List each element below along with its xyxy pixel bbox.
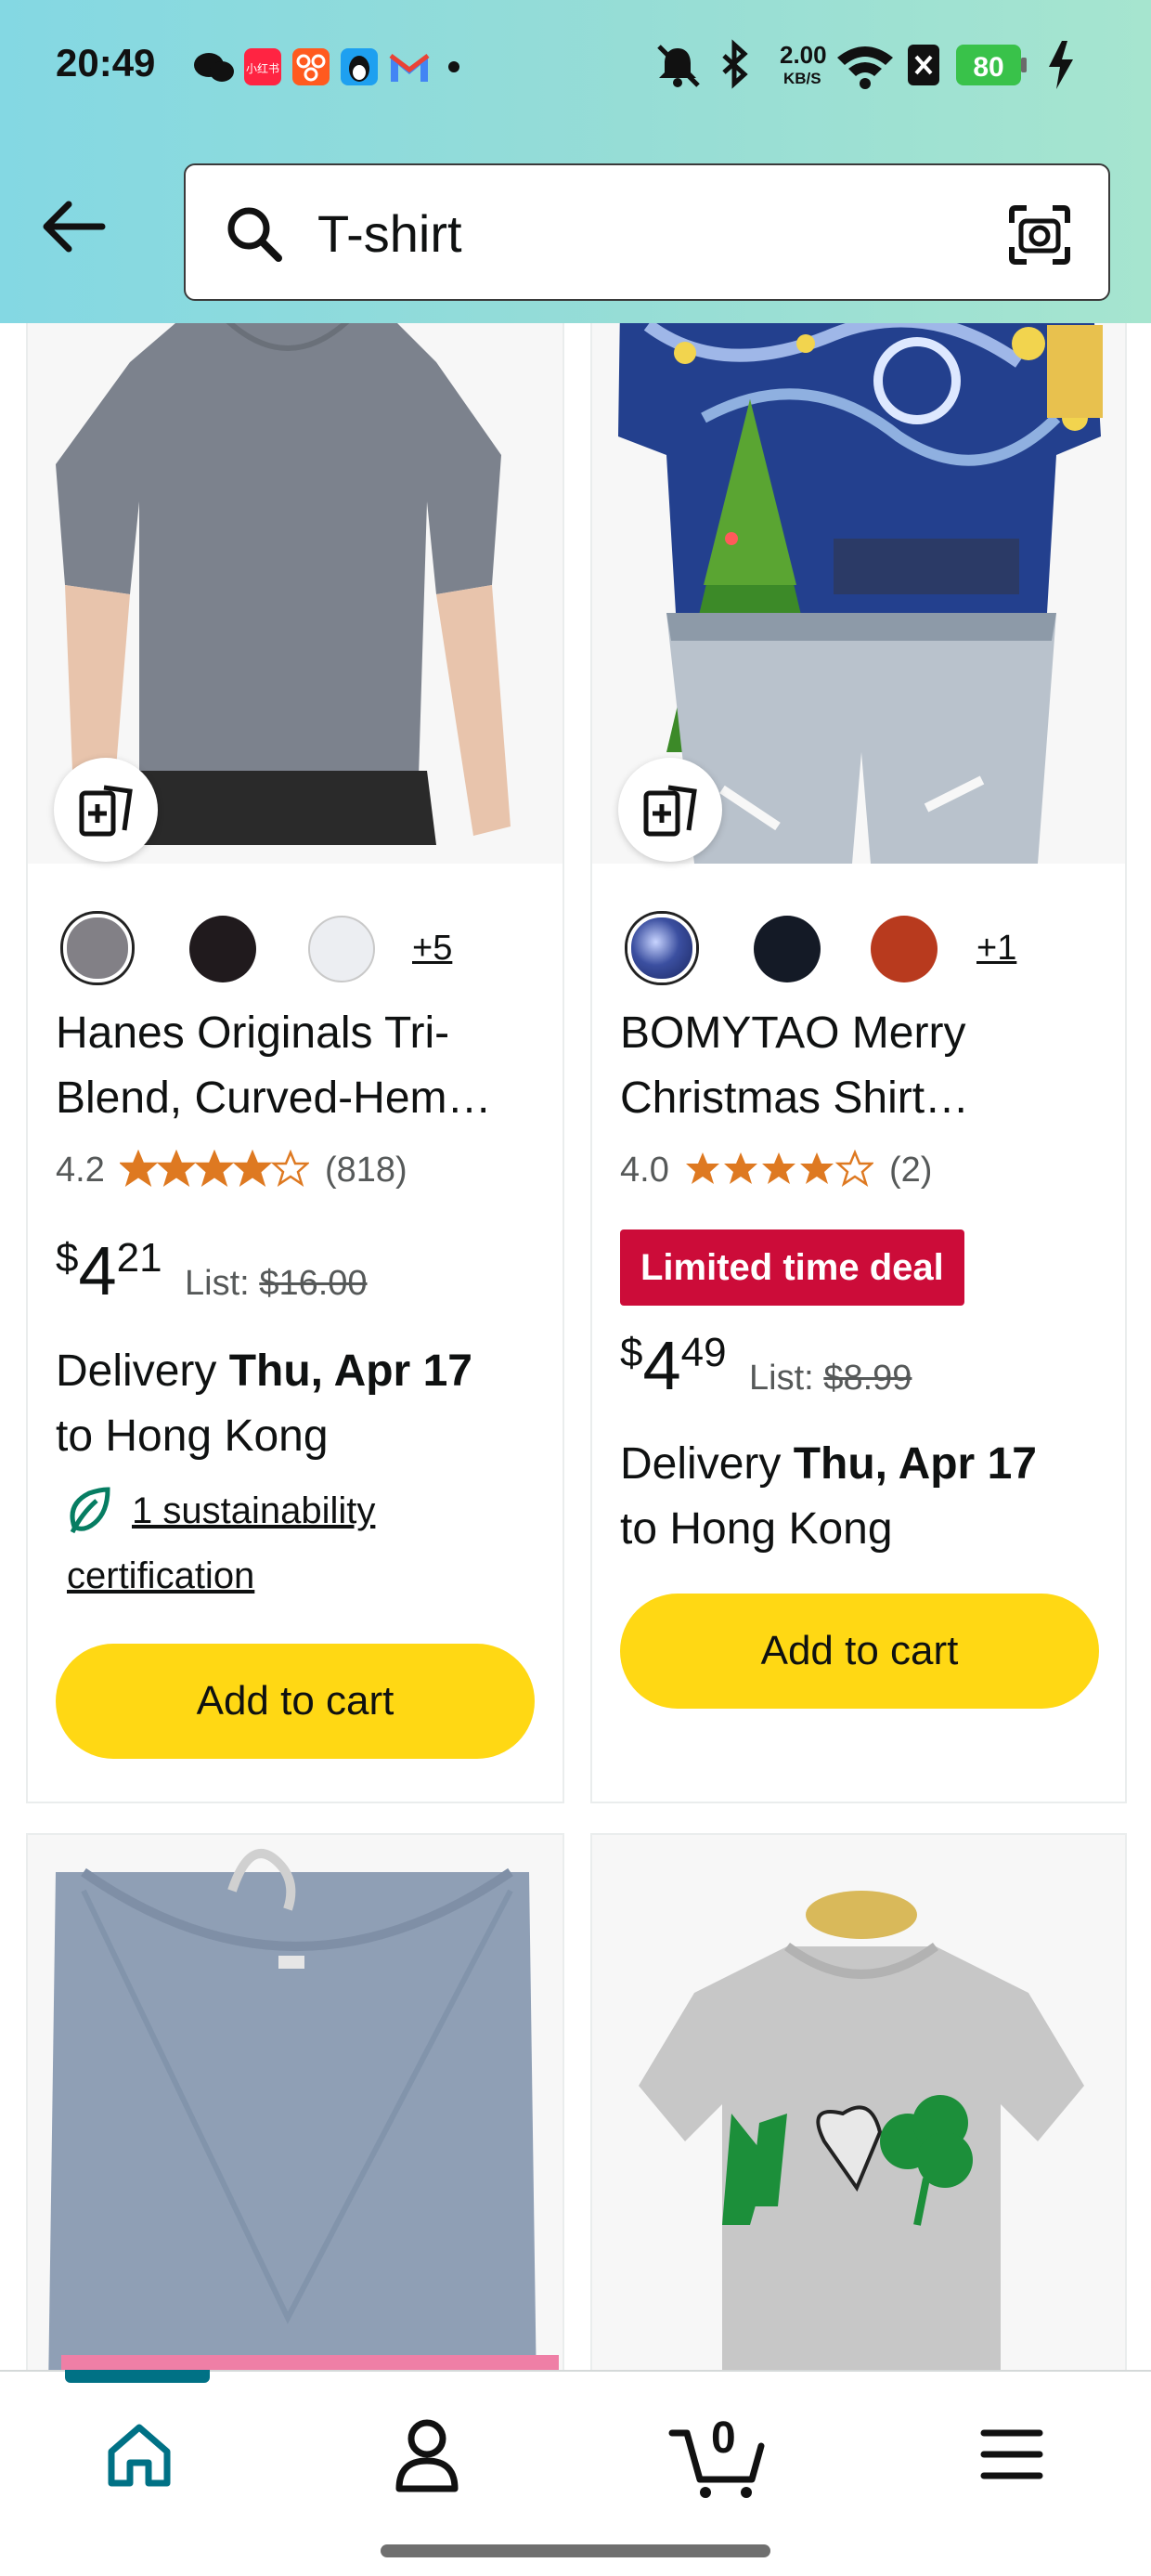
sustainability-link[interactable]: 1 sustainability certification <box>61 1478 375 1608</box>
status-time: 20:49 <box>56 41 156 85</box>
status-bar: 20:49 小红书 2.00 KB/S 80 <box>0 0 1151 139</box>
search-bar[interactable] <box>184 163 1110 301</box>
notification-icons: 小红书 <box>194 48 459 85</box>
top-bar: 20:49 小红书 2.00 KB/S 80 T-shirt <box>0 0 1151 323</box>
add-to-compare-button[interactable] <box>618 758 722 862</box>
gesture-handle[interactable] <box>381 2544 770 2557</box>
product-title-line: Hanes Originals Tri- <box>56 1008 450 1058</box>
delivery-info: Delivery Thu, Apr 17 to Hong Kong <box>56 1347 472 1461</box>
close-square-icon <box>908 45 939 85</box>
product-title-line: BOMYTAO Merry <box>620 1008 966 1058</box>
rating-row[interactable]: 4.2 (818) <box>56 1149 407 1190</box>
add-to-compare-button[interactable] <box>54 758 158 862</box>
search-icon <box>227 207 282 262</box>
mute-icon <box>657 45 700 87</box>
wifi-icon <box>837 46 893 89</box>
add-to-cart-button[interactable]: Add to cart <box>56 1644 535 1759</box>
back-arrow-icon[interactable] <box>37 197 108 256</box>
review-count: (2) <box>888 1151 933 1190</box>
list-price: List: $16.00 <box>185 1264 368 1303</box>
bottom-nav: 0 <box>0 2370 1151 2576</box>
add-card-icon <box>643 785 697 837</box>
add-card-icon <box>79 785 133 837</box>
color-swatch-starry-night[interactable] <box>627 914 696 982</box>
home-indicator-bar <box>65 2370 210 2383</box>
product-title-line: Christmas Shirt… <box>620 1073 970 1123</box>
add-to-cart-button[interactable]: Add to cart <box>620 1594 1099 1709</box>
tshirt-image: cricut <box>28 1835 563 2370</box>
product-card[interactable]: +5 Hanes Originals Tri- Blend, Curved-He… <box>26 323 564 1803</box>
rating-value: 4.2 <box>56 1151 105 1190</box>
price: $449 List: $8.99 <box>620 1326 912 1405</box>
review-count: (818) <box>324 1151 407 1190</box>
results-list[interactable]: +5 Hanes Originals Tri- Blend, Curved-He… <box>0 323 1151 2370</box>
product-card[interactable]: +1 BOMYTAO Merry Christmas Shirt… 4.0 (2… <box>590 323 1127 1803</box>
product-title[interactable]: BOMYTAO Merry Christmas Shirt… <box>620 1001 1112 1131</box>
color-swatch-rust[interactable] <box>871 916 938 982</box>
rating-value: 4.0 <box>620 1151 669 1190</box>
gmail-icon <box>389 54 430 82</box>
product-image[interactable]: cricut <box>28 1835 563 2370</box>
price-currency: $ <box>620 1330 643 1375</box>
price-currency: $ <box>56 1235 79 1281</box>
more-colors-link[interactable]: +1 <box>976 929 1016 969</box>
price-fraction: 21 <box>116 1235 162 1281</box>
limited-time-deal-badge: Limited time deal <box>620 1229 964 1306</box>
system-status-icons: 2.00 KB/S 80 <box>657 39 1073 89</box>
bluetooth-icon <box>722 39 748 89</box>
price: $421 List: $16.00 <box>56 1231 368 1310</box>
color-swatch-navy[interactable] <box>754 916 821 982</box>
rating-row[interactable]: 4.0 (2) <box>620 1149 933 1190</box>
delivery-info: Delivery Thu, Apr 17 to Hong Kong <box>620 1439 1037 1554</box>
price-whole: 4 <box>78 1232 117 1309</box>
home-icon[interactable] <box>104 2420 175 2491</box>
color-swatch-gray[interactable] <box>63 914 132 982</box>
color-swatch-black[interactable] <box>189 916 256 982</box>
net-speed-value: 2.00 <box>780 41 827 69</box>
cart-count: 0 <box>711 2413 736 2463</box>
color-swatch-white[interactable] <box>308 916 375 982</box>
product-card[interactable] <box>590 1833 1127 2370</box>
battery-icon: 80 <box>956 45 1027 85</box>
product-title[interactable]: Hanes Originals Tri- Blend, Curved-Hem… <box>56 1001 548 1131</box>
search-input[interactable] <box>316 193 969 273</box>
svg-text:80: 80 <box>973 52 1003 83</box>
price-fraction: 49 <box>680 1330 727 1375</box>
star-rating-icon <box>119 1149 311 1187</box>
product-card[interactable]: cricut <box>26 1833 564 2370</box>
price-whole: 4 <box>642 1327 681 1404</box>
more-colors-link[interactable]: +5 <box>412 929 452 969</box>
tshirt-image <box>592 1835 1125 2370</box>
charging-icon <box>1049 41 1073 89</box>
account-icon[interactable] <box>394 2418 460 2492</box>
product-title-line: Blend, Curved-Hem… <box>56 1073 492 1123</box>
svg-text:小红书: 小红书 <box>246 61 279 75</box>
camera-search-icon[interactable] <box>1008 204 1071 266</box>
cart-button[interactable]: 0 <box>668 2409 770 2502</box>
menu-icon[interactable] <box>980 2426 1043 2483</box>
list-price: List: $8.99 <box>749 1359 912 1398</box>
wechat-icon <box>194 53 234 82</box>
star-rating-icon <box>686 1149 875 1187</box>
net-speed-unit: KB/S <box>783 70 821 87</box>
product-image[interactable] <box>592 1835 1125 2370</box>
more-dot-icon <box>448 61 459 72</box>
